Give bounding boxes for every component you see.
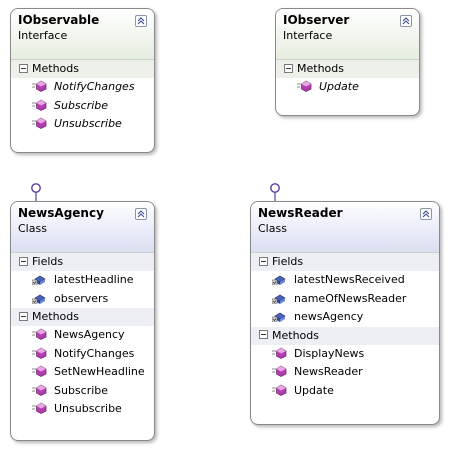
member-name: Subscribe — [54, 383, 109, 397]
class-header: IObserver Interface — [276, 9, 419, 60]
member-name: nameOfNewsReader — [294, 291, 407, 305]
member-name: Update — [319, 80, 359, 93]
section-title: Methods — [272, 328, 319, 342]
member-name: Unsubscribe — [54, 117, 122, 130]
member-item[interactable]: Subscribe — [11, 382, 154, 401]
collapse-toggle-icon[interactable] — [284, 63, 293, 73]
member-item[interactable]: Subscribe — [11, 97, 154, 116]
method-icon — [32, 347, 48, 359]
method-icon — [32, 328, 48, 340]
method-icon — [272, 347, 288, 359]
collapse-chevron-icon[interactable] — [135, 15, 147, 27]
member-item[interactable]: NewsAgency — [11, 326, 154, 345]
class-name: NewsReader — [258, 206, 343, 220]
member-item[interactable]: DisplayNews — [251, 345, 439, 364]
collapse-chevron-icon[interactable] — [135, 208, 147, 220]
member-item[interactable]: newsAgency — [251, 308, 439, 327]
class-stereotype: Interface — [18, 29, 68, 42]
class-stereotype: Class — [18, 222, 47, 235]
member-item[interactable]: latestHeadline — [11, 271, 154, 290]
class-stereotype: Interface — [283, 29, 333, 42]
member-name: SetNewHeadline — [54, 365, 145, 378]
member-name: observers — [54, 291, 109, 305]
collapse-toggle-icon[interactable] — [19, 311, 28, 321]
section-header-methods[interactable]: Methods — [11, 308, 154, 326]
member-name: NewsReader — [294, 365, 363, 378]
section-title: Methods — [297, 62, 344, 75]
member-item[interactable]: Update — [251, 382, 439, 401]
section-header-fields[interactable]: Fields — [251, 253, 439, 271]
member-name: latestHeadline — [54, 273, 134, 286]
member-name: latestNewsReceived — [294, 273, 405, 286]
interface-lollipop-icon — [270, 183, 280, 203]
member-name: NotifyChanges — [54, 346, 135, 360]
class-header: NewsAgency Class — [11, 202, 154, 253]
method-icon — [32, 117, 48, 129]
class-box-iobservable[interactable]: IObservable Interface Methods NotifyChan… — [10, 8, 155, 153]
member-name: Unsubscribe — [54, 402, 122, 415]
class-box-newsreader[interactable]: NewsReader Class Fields latestNewsReceiv… — [250, 201, 440, 425]
section-title: Methods — [32, 62, 79, 75]
member-name: NewsAgency — [54, 328, 125, 341]
field-icon — [31, 292, 48, 304]
member-item[interactable]: NotifyChanges — [11, 78, 154, 97]
method-icon — [32, 384, 48, 396]
field-icon — [271, 273, 288, 286]
collapse-toggle-icon[interactable] — [19, 63, 28, 73]
member-item[interactable]: Unsubscribe — [11, 400, 154, 419]
collapse-chevron-icon[interactable] — [420, 208, 432, 220]
section-header-fields[interactable]: Fields — [11, 253, 154, 271]
class-box-newsagency[interactable]: NewsAgency Class Fields latestHeadline o… — [10, 201, 155, 441]
member-item[interactable]: Unsubscribe — [11, 115, 154, 134]
method-icon — [32, 402, 48, 414]
class-name: IObservable — [18, 13, 100, 27]
member-item[interactable]: Update — [276, 78, 419, 97]
field-icon — [271, 310, 288, 323]
collapse-chevron-icon[interactable] — [400, 15, 412, 27]
section-title: Fields — [32, 255, 64, 268]
field-icon — [31, 273, 48, 286]
class-header: IObservable Interface — [11, 9, 154, 60]
member-item[interactable]: NewsReader — [251, 363, 439, 382]
section-header-methods[interactable]: Methods — [276, 60, 419, 78]
interface-lollipop-icon — [31, 183, 41, 203]
member-item[interactable]: latestNewsReceived — [251, 271, 439, 290]
member-item[interactable]: nameOfNewsReader — [251, 290, 439, 309]
class-name: IObserver — [283, 13, 350, 27]
member-item[interactable]: NotifyChanges — [11, 345, 154, 364]
class-box-iobserver[interactable]: IObserver Interface Methods Update — [275, 8, 420, 116]
method-icon — [272, 365, 288, 377]
section-title: Methods — [32, 310, 79, 323]
field-icon — [271, 292, 288, 304]
member-name: Subscribe — [54, 98, 109, 112]
method-icon — [32, 99, 48, 111]
member-name: Update — [294, 383, 334, 397]
class-name: NewsAgency — [18, 206, 104, 220]
section-title: Fields — [272, 255, 304, 268]
collapse-toggle-icon[interactable] — [19, 256, 28, 266]
method-icon — [272, 384, 288, 396]
method-icon — [297, 80, 313, 92]
class-header: NewsReader Class — [251, 202, 439, 253]
member-name: NotifyChanges — [54, 80, 135, 93]
method-icon — [32, 80, 48, 92]
method-icon — [32, 365, 48, 377]
class-stereotype: Class — [258, 222, 287, 235]
member-name: newsAgency — [294, 310, 364, 323]
member-name: DisplayNews — [294, 346, 365, 360]
section-header-methods[interactable]: Methods — [11, 60, 154, 78]
collapse-toggle-icon[interactable] — [259, 256, 268, 266]
member-item[interactable]: observers — [11, 290, 154, 309]
section-header-methods[interactable]: Methods — [251, 326, 439, 345]
member-item[interactable]: SetNewHeadline — [11, 363, 154, 382]
collapse-toggle-icon[interactable] — [259, 330, 268, 339]
